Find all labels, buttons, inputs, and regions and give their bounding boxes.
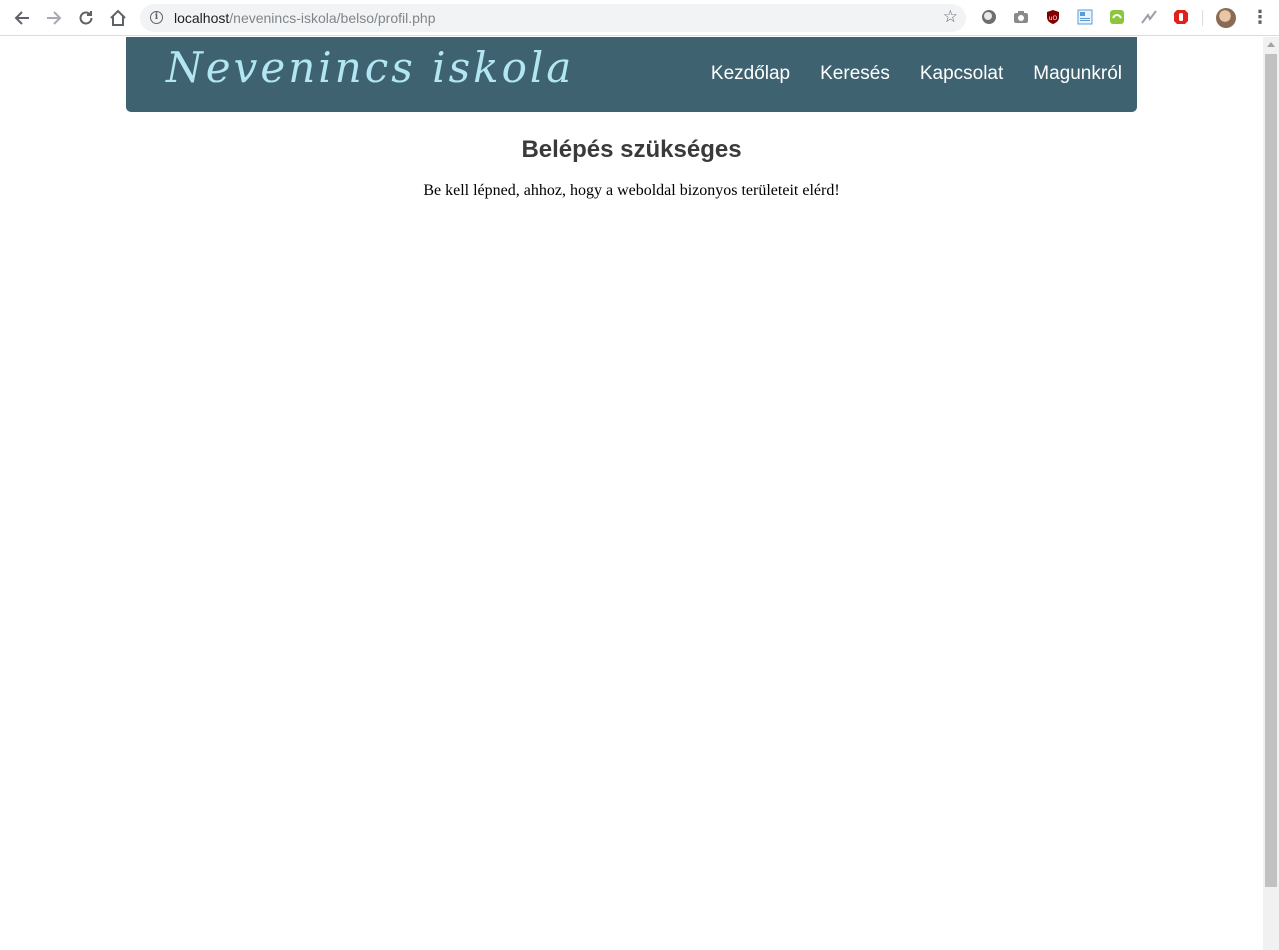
scrollbar-thumb[interactable] [1265,54,1277,887]
green-extension-icon[interactable] [1109,9,1125,25]
svg-text:uO: uO [1049,15,1058,22]
forward-arrow-icon[interactable] [42,6,66,30]
site-header: Nevenincs iskola Kezdőlap Keresés Kapcso… [126,37,1137,112]
back-arrow-icon[interactable] [10,6,34,30]
vertical-scrollbar[interactable] [1263,37,1279,950]
nav-link-kereses[interactable]: Keresés [820,63,890,85]
document-extension-icon[interactable] [1077,9,1093,25]
circle-extension-icon[interactable] [981,9,997,25]
main-nav: Kezdőlap Keresés Kapcsolat Magunkról [681,63,1122,85]
home-icon[interactable] [106,6,130,30]
toolbar-divider [1202,10,1203,26]
nav-link-magunkrol[interactable]: Magunkról [1033,63,1122,85]
page-title: Belépés szükséges [521,136,742,163]
wave-extension-icon[interactable] [1141,9,1157,25]
main-content: Belépés szükséges Be kell lépned, ahhoz,… [126,112,1137,200]
nav-link-kezdolap[interactable]: Kezdőlap [711,63,790,85]
info-icon[interactable]: i [150,11,163,24]
url-path: /nevenincs-iskola/belso/profil.php [229,10,436,26]
bookmark-star-icon[interactable]: ☆ [943,7,958,27]
nav-link-kapcsolat[interactable]: Kapcsolat [920,63,1003,85]
site-logo[interactable]: Nevenincs iskola [166,43,574,92]
url-host: localhost [174,10,230,26]
scroll-up-arrow-icon[interactable] [1267,42,1275,47]
login-required-message: Be kell lépned, ahhoz, hogy a weboldal b… [423,182,840,199]
url-text[interactable]: localhost/nevenincs-iskola/belso/profil.… [174,10,436,26]
camera-extension-icon[interactable] [1013,9,1029,25]
menu-dots-icon[interactable]: ⋮ [1251,8,1269,28]
profile-avatar[interactable] [1216,8,1236,28]
address-bar[interactable]: i localhost/nevenincs-iskola/belso/profi… [140,4,966,32]
stop-hand-extension-icon[interactable] [1173,9,1189,25]
ublock-extension-icon[interactable]: uO [1045,9,1061,25]
reload-icon[interactable] [74,6,98,30]
browser-toolbar: i localhost/nevenincs-iskola/belso/profi… [0,0,1279,36]
